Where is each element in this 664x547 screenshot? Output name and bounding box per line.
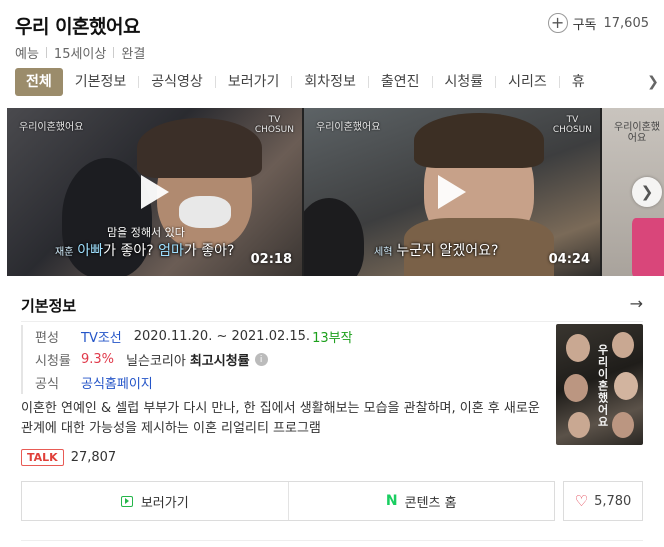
- info-icon[interactable]: i: [254, 353, 268, 366]
- like-count: 5,780: [594, 493, 632, 509]
- logo-line: TV: [566, 115, 579, 125]
- tab-all[interactable]: 전체: [15, 68, 63, 96]
- show-mark: 우리이혼했어요: [316, 122, 381, 133]
- info-row-official: 공식 공식홈페이지: [35, 371, 353, 394]
- video-caption: 세혁 누군지 알겠어요?: [374, 240, 498, 260]
- carousel-next-button[interactable]: ❯: [632, 177, 662, 207]
- channel-link[interactable]: TV조선: [81, 327, 122, 346]
- play-icon[interactable]: [141, 175, 169, 209]
- face-mask: [179, 196, 231, 228]
- meta-divider: [113, 47, 115, 58]
- pink-accent: [632, 218, 664, 276]
- logo-line: TV: [268, 115, 281, 125]
- caption-top: 맘을 정해서 있다: [107, 226, 185, 239]
- age-rating-label: 15세이상: [53, 47, 107, 62]
- arrow-right-icon[interactable]: →: [630, 294, 643, 313]
- content-home-button[interactable]: N 콘텐츠 홈: [287, 482, 555, 520]
- episode-count: 13부작: [312, 331, 353, 346]
- subscribe-button[interactable]: + 구독 17,605: [547, 13, 650, 33]
- hair-shape: [137, 118, 262, 178]
- caption-speaker: 재훈: [55, 247, 74, 258]
- caption-text: 가 좋아?: [103, 243, 159, 259]
- plus-circle-icon: +: [547, 13, 568, 33]
- video-duration: 02:18: [250, 252, 292, 267]
- program-poster[interactable]: 우리이혼했어요: [556, 324, 643, 445]
- row-key: 공식: [35, 377, 59, 392]
- broadcast-period: 2020.11.20. ~ 2021.02.15.: [133, 329, 311, 344]
- video-thumbnail[interactable]: TV CHOSUN 우리이혼했어요 맘을 정해서 있다 재훈 아빠가 좋아? 엄마가…: [7, 108, 302, 276]
- poster-face: [568, 412, 590, 438]
- section-title: 기본정보: [21, 297, 77, 315]
- status-label: 완결: [121, 47, 146, 62]
- talk-count: 27,807: [70, 450, 117, 465]
- tab-ratings[interactable]: 시청률: [433, 68, 496, 96]
- tab-series[interactable]: 시리즈: [496, 68, 559, 96]
- caption-text: 가 좋아?: [183, 243, 235, 259]
- talk-link[interactable]: TALK 27,807: [21, 449, 116, 466]
- tab-watch[interactable]: 보러가기: [216, 68, 292, 96]
- hair-shape: [414, 113, 544, 168]
- poster-face: [564, 374, 588, 402]
- logo-line: CHOSUN: [254, 124, 294, 135]
- tab-more[interactable]: 휴: [560, 68, 597, 96]
- program-description: 이혼한 연예인 & 셀럽 부부가 다시 만나, 한 집에서 생활해보는 모습을 …: [21, 401, 540, 436]
- rating-source: 닐슨코리아: [126, 354, 186, 369]
- show-mark: 우리이혼했어요: [614, 122, 660, 144]
- person-silhouette: [304, 198, 364, 276]
- tab-basic-info[interactable]: 기본정보: [63, 68, 139, 96]
- tab-cast[interactable]: 출연진: [369, 68, 432, 96]
- action-bar: 보러가기 N 콘텐츠 홈: [21, 481, 555, 521]
- video-carousel: TV CHOSUN 우리이혼했어요 맘을 정해서 있다 재훈 아빠가 좋아? 엄마가…: [7, 108, 664, 276]
- program-meta: 예능 15세이상 완결: [15, 43, 145, 62]
- caption-text: 누군지 알겠어요?: [396, 243, 499, 259]
- caption-speaker: 세혁: [374, 247, 393, 258]
- tab-official-video[interactable]: 공식영상: [139, 68, 215, 96]
- channel-logo: TV CHOSUN: [254, 115, 294, 136]
- logo-line: CHOSUN: [552, 124, 592, 135]
- chevron-right-icon[interactable]: ❯: [642, 68, 664, 96]
- poster-face: [612, 332, 634, 358]
- show-mark: 우리이혼했어요: [19, 122, 84, 133]
- rating-label: 최고시청률: [189, 354, 250, 369]
- naver-n-icon: N: [385, 493, 398, 509]
- program-title: 우리 이혼했어요: [15, 16, 140, 38]
- subscribe-count: 17,605: [603, 15, 650, 31]
- info-rows: 편성 TV조선 2020.11.20. ~ 2021.02.15. 13부작 시…: [21, 325, 353, 394]
- info-row-rating: 시청률 9.3% 닐슨코리아 최고시청률 i: [35, 348, 353, 371]
- official-homepage-link[interactable]: 공식홈페이지: [81, 373, 153, 392]
- poster-face: [566, 334, 590, 362]
- video-caption: 재훈 아빠가 좋아? 엄마가 좋아?: [55, 240, 234, 260]
- heart-icon: ♡: [574, 492, 589, 510]
- genre-label: 예능: [15, 47, 39, 62]
- caption-highlight: 아빠: [77, 243, 104, 259]
- caption-highlight: 엄마: [158, 243, 184, 259]
- poster-title: 우리이혼했어요: [596, 344, 609, 428]
- play-icon: [120, 495, 133, 507]
- row-key: 시청률: [35, 354, 71, 369]
- program-header: 우리 이혼했어요 예능 15세이상 완결 + 구독 17,605 전체 기본정보…: [0, 0, 664, 108]
- video-thumbnail[interactable]: TV CHOSUN 우리이혼했어요 세혁 누군지 알겠어요? 04:24: [304, 108, 600, 276]
- tab-episodes[interactable]: 회차정보: [292, 68, 368, 96]
- video-duration: 04:24: [548, 252, 590, 267]
- tab-bar: 전체 기본정보 공식영상 보러가기 회차정보 출연진 시청률 시리즈 휴 ❯: [15, 68, 664, 96]
- play-icon[interactable]: [438, 175, 466, 209]
- rating-value: 9.3%: [81, 352, 115, 367]
- watch-button[interactable]: 보러가기: [22, 482, 288, 520]
- section-divider: [21, 321, 643, 322]
- info-row-channel: 편성 TV조선 2020.11.20. ~ 2021.02.15. 13부작: [35, 325, 353, 348]
- section-divider: [21, 540, 643, 541]
- channel-logo: TV CHOSUN: [552, 115, 592, 136]
- poster-face: [614, 372, 638, 400]
- chevron-right-icon: ❯: [640, 183, 654, 201]
- like-button[interactable]: ♡ 5,780: [563, 481, 643, 521]
- basic-info-section: 기본정보 → 편성 TV조선 2020.11.20. ~ 2021.02.15.…: [0, 276, 664, 547]
- talk-badge: TALK: [21, 449, 64, 466]
- content-home-label: 콘텐츠 홈: [404, 495, 457, 511]
- meta-divider: [45, 47, 47, 58]
- poster-face: [612, 412, 634, 438]
- row-key: 편성: [35, 331, 59, 346]
- watch-label: 보러가기: [140, 495, 189, 511]
- subscribe-label: 구독: [572, 17, 597, 33]
